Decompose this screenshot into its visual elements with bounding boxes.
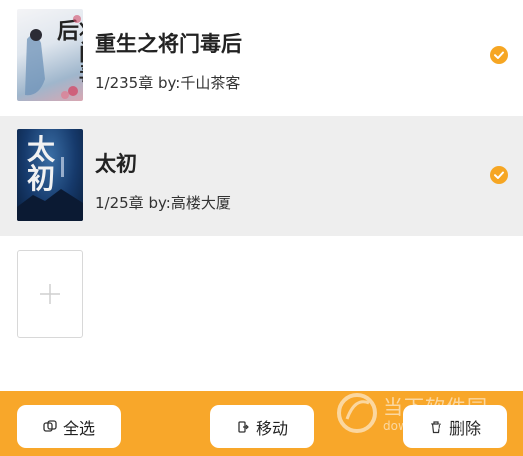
cover-figure <box>25 15 81 99</box>
delete-label: 删除 <box>448 418 481 438</box>
delete-button[interactable]: 删除 <box>403 405 507 448</box>
select-all-button[interactable]: 全选 <box>17 405 121 448</box>
select-all-icon <box>43 419 57 434</box>
selected-check-icon[interactable] <box>490 46 508 64</box>
bottom-toolbar: 全选 移动 删除 <box>0 391 523 456</box>
select-all-label: 全选 <box>62 418 95 438</box>
trash-icon <box>429 420 443 434</box>
book-progress-author: 1/25章 by:高楼大厦 <box>95 194 231 212</box>
book-title: 重生之将门毒后 <box>95 32 242 56</box>
book-cover: 太初 <box>17 129 83 221</box>
move-button[interactable]: 移动 <box>210 405 314 448</box>
selected-check-icon[interactable] <box>490 166 508 184</box>
book-cover: 将门毒后 <box>17 9 83 101</box>
book-progress-author: 1/235章 by:千山茶客 <box>95 74 241 92</box>
book-item[interactable]: 太初 太初 1/25章 by:高楼大厦 <box>0 116 523 236</box>
book-item[interactable]: 将门毒后 重生之将门毒后 1/235章 by:千山茶客 <box>0 0 523 116</box>
plus-icon <box>40 284 60 304</box>
move-label: 移动 <box>255 418 288 438</box>
book-title: 太初 <box>95 152 137 176</box>
add-book-button[interactable] <box>17 250 83 338</box>
move-icon <box>236 420 250 434</box>
cover-landscape <box>17 157 83 221</box>
